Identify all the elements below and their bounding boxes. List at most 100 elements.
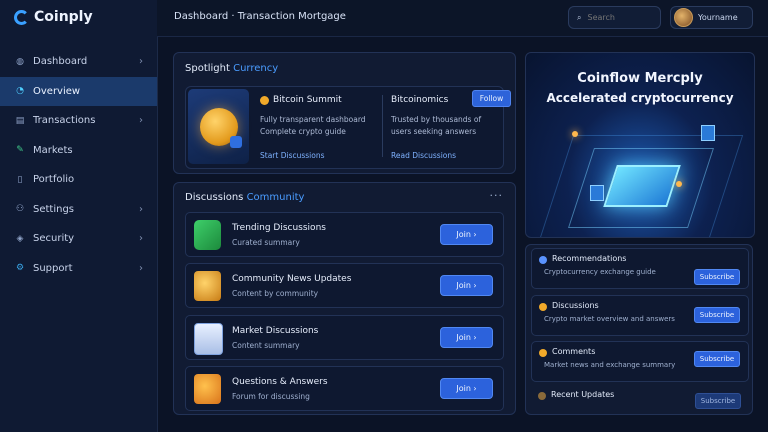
discussions-panel: Discussions Community ··· Trending Discu… [173, 182, 516, 415]
stat-line-1: Trusted by thousands of [391, 115, 482, 124]
globe-icon: ◍ [16, 56, 24, 67]
sidebar-item-label: Dashboard [33, 56, 88, 68]
document-icon: ▯ [17, 174, 23, 185]
chevron-right-icon: › [139, 203, 143, 215]
spark-icon [676, 181, 682, 187]
status-dot-icon [539, 303, 547, 311]
list-item[interactable]: Questions & Answers Forum for discussing… [185, 366, 504, 411]
featured-link[interactable]: Start Discussions [260, 151, 325, 160]
side-item-subtitle: Cryptocurrency exchange guide [544, 268, 656, 276]
list-item[interactable]: Market Discussions Content summary Join … [185, 315, 504, 360]
featured-title: Spotlight Currency [185, 63, 279, 74]
stat-link[interactable]: Read Discussions [391, 151, 456, 160]
cube-icon [590, 185, 604, 201]
page-title: Dashboard · Transaction Mortgage [174, 11, 346, 22]
subscribe-button[interactable]: Subscribe [694, 269, 740, 285]
side-list-item[interactable]: Discussions Crypto market overview and a… [531, 295, 749, 336]
gold-coin-icon [194, 271, 221, 301]
list-icon: ▤ [15, 115, 25, 126]
person-icon: ⚇ [15, 204, 25, 215]
side-item-title: Recommendations [552, 254, 627, 263]
sidebar-nav: ◍ Dashboard › ◔ Overview ▤ Transactions … [0, 47, 157, 283]
side-list-item[interactable]: Recommendations Cryptocurrency exchange … [531, 248, 749, 289]
featured-title-accent: Currency [233, 63, 279, 74]
list-item-subtitle: Forum for discussing [232, 392, 310, 401]
gear-icon: ⚙ [15, 263, 25, 274]
side-list-item[interactable]: Recent Updates Subscribe [531, 385, 749, 413]
status-dot-icon [539, 349, 547, 357]
hero-title-line-2: Accelerated cryptocurrency [546, 91, 734, 105]
search-icon: ⌕ [577, 12, 582, 22]
join-button[interactable]: Join › [440, 224, 493, 245]
join-button[interactable]: Join › [440, 378, 493, 399]
sidebar-item-label: Support [33, 262, 73, 274]
side-list-panel: Recommendations Cryptocurrency exchange … [525, 244, 753, 415]
hero-banner[interactable]: Coinflow Mercply Accelerated cryptocurre… [525, 52, 755, 238]
sidebar-item-label: Transactions [33, 115, 96, 127]
divider [382, 95, 383, 157]
chevron-right-icon: › [139, 56, 143, 68]
sidebar: Coinply ◍ Dashboard › ◔ Overview ▤ Trans… [0, 0, 158, 432]
search-box[interactable]: ⌕ [568, 6, 661, 29]
list-item-title: Market Discussions [232, 326, 319, 336]
stat-line-2: users seeking answers [391, 127, 477, 136]
chevron-right-icon: › [139, 115, 143, 127]
featured-panel: Spotlight Currency Bitcoin Summit Fully … [173, 52, 516, 174]
join-button[interactable]: Join › [440, 275, 493, 296]
coin-name: Bitcoin Summit [260, 95, 342, 105]
sidebar-item-settings[interactable]: ⚇ Settings › [0, 195, 157, 225]
coin-thumbnail [188, 89, 249, 164]
pen-icon: ✎ [16, 145, 24, 156]
sidebar-item-label: Settings [33, 203, 75, 215]
list-item-subtitle: Content summary [232, 341, 300, 350]
chat-icon [194, 220, 221, 250]
follow-button[interactable]: Follow [472, 90, 511, 107]
status-dot-icon [539, 256, 547, 264]
coin-icon [199, 107, 242, 148]
sidebar-item-label: Security [33, 233, 75, 245]
side-item-subtitle: Crypto market overview and answers [544, 315, 675, 323]
chevron-right-icon: › [139, 233, 143, 245]
status-dot-icon [538, 392, 546, 400]
join-button[interactable]: Join › [440, 327, 493, 348]
featured-line-2: Complete crypto guide [260, 127, 346, 136]
side-list-item[interactable]: Comments Market news and exchange summar… [531, 341, 749, 382]
sidebar-item-label: Markets [33, 144, 73, 156]
user-profile-button[interactable]: Yourname [670, 6, 753, 29]
hero-title-line-1: Coinflow Mercply [577, 71, 703, 86]
list-item[interactable]: Community News Updates Content by commun… [185, 263, 504, 308]
chevron-right-icon: › [139, 262, 143, 274]
discussions-title-accent: Community [246, 192, 305, 203]
shield-icon: ◈ [16, 233, 24, 244]
sidebar-item-portfolio[interactable]: ▯ Portfolio [0, 165, 157, 195]
logo-icon [14, 9, 29, 25]
app-name: Coinply [34, 9, 93, 25]
sidebar-item-support[interactable]: ⚙ Support › [0, 254, 157, 284]
side-item-title: Discussions [552, 301, 599, 310]
sidebar-item-overview[interactable]: ◔ Overview [0, 76, 157, 106]
sidebar-item-label: Overview [33, 85, 81, 97]
list-item-subtitle: Content by community [232, 289, 319, 298]
sidebar-item-security[interactable]: ◈ Security › [0, 224, 157, 254]
spark-icon [572, 131, 578, 137]
side-item-title: Recent Updates [551, 390, 615, 399]
stat-title: Bitcoinomics [391, 95, 449, 105]
subscribe-button[interactable]: Subscribe [695, 393, 741, 409]
search-input[interactable] [587, 13, 648, 22]
sidebar-item-markets[interactable]: ✎ Markets [0, 136, 157, 166]
flame-icon [194, 374, 221, 404]
list-item[interactable]: Trending Discussions Curated summary Joi… [185, 212, 504, 257]
more-options-icon[interactable]: ··· [490, 189, 504, 202]
discussions-title: Discussions Community [185, 192, 305, 203]
subscribe-button[interactable]: Subscribe [694, 351, 740, 367]
sidebar-item-transactions[interactable]: ▤ Transactions › [0, 106, 157, 136]
app-logo[interactable]: Coinply [14, 9, 93, 25]
subscribe-button[interactable]: Subscribe [694, 307, 740, 323]
featured-card[interactable]: Bitcoin Summit Fully transparent dashboa… [185, 86, 511, 169]
document-icon [194, 323, 223, 355]
sidebar-item-dashboard[interactable]: ◍ Dashboard › [0, 47, 157, 77]
list-item-title: Community News Updates [232, 274, 352, 284]
side-item-subtitle: Market news and exchange summary [544, 361, 676, 369]
user-name: Yourname [698, 13, 738, 22]
pie-icon: ◔ [16, 86, 24, 97]
